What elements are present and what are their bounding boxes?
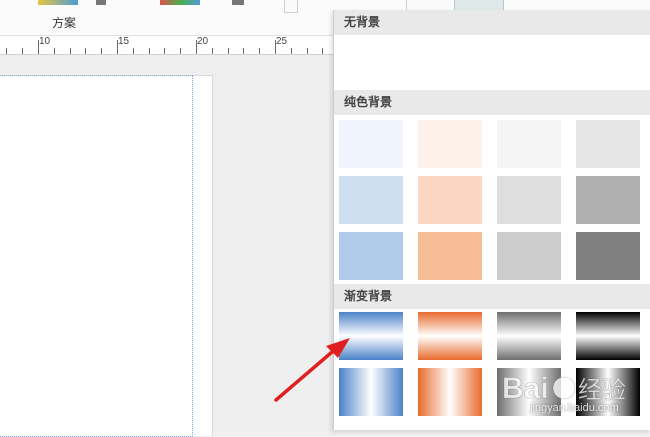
ruler-tick [259,48,261,54]
no-background-header: 无背景 [334,10,650,35]
ruler-label: 15 [118,36,130,47]
ruler-tick [290,48,292,54]
solid-background-swatch[interactable] [497,120,561,168]
ruler-tick [85,48,87,54]
solid-background-swatch[interactable] [339,232,403,280]
ruler-label: 25 [276,36,288,47]
ruler-tick [227,48,229,54]
gradient-swatch-blue-vertical[interactable] [339,312,403,360]
solid-background-swatch[interactable] [497,176,561,224]
solid-background-swatch[interactable] [576,120,640,168]
ruler-tick [243,48,245,54]
solid-background-swatch[interactable] [418,176,482,224]
background-gallery-panel: 无背景 纯色背景 渐变背景 [333,10,650,430]
ruler-tick [322,48,324,54]
no-background-option[interactable] [334,35,650,90]
gradient-swatch-gray-horizontal[interactable] [497,368,561,416]
gradient-swatch-orange-vertical[interactable] [418,312,482,360]
solid-background-swatch[interactable] [576,232,640,280]
ruler-tick [101,48,103,54]
ruler-tick [22,48,24,54]
gradient-swatch-gray-vertical[interactable] [497,312,561,360]
solid-background-swatch[interactable] [497,232,561,280]
ruler-tick [211,48,213,54]
color-preview-strip[interactable] [160,0,200,5]
ruler-tick [306,48,308,54]
horizontal-ruler[interactable]: 10 15 20 25 [0,36,335,55]
solid-background-swatch[interactable] [418,232,482,280]
ruler-label: 20 [197,36,209,47]
drawing-canvas[interactable] [0,55,335,437]
ruler-tick [148,48,150,54]
ruler-tick [69,48,71,54]
ribbon-fragment [232,0,244,5]
theme-preview-strip[interactable] [38,0,78,5]
gradient-swatch-black-horizontal[interactable] [576,368,640,416]
solid-background-swatch[interactable] [339,120,403,168]
solid-background-swatch[interactable] [576,176,640,224]
ruler-tick [180,48,182,54]
ruler-label: 10 [39,36,51,47]
gradient-background-header: 渐变背景 [334,284,650,309]
solid-background-header: 纯色背景 [334,90,650,115]
gradient-swatch-black-vertical[interactable] [576,312,640,360]
solid-background-swatch[interactable] [418,120,482,168]
ruler-tick [132,48,134,54]
scheme-group-label: 方案 [52,16,77,30]
ribbon-checkbox[interactable] [284,0,298,13]
gradient-swatch-orange-horizontal[interactable] [418,368,482,416]
solid-background-swatch[interactable] [339,176,403,224]
ruler-tick [164,48,166,54]
ribbon-fragment [96,0,106,5]
ruler-tick [53,48,55,54]
gradient-swatch-blue-horizontal[interactable] [339,368,403,416]
ruler-tick [6,48,8,54]
page-margin-guide [0,75,193,437]
